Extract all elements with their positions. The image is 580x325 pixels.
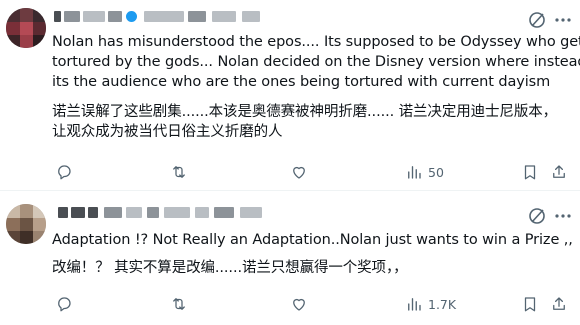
tweet-text-line: tortured by the gods... Nolan decided on… bbox=[52, 54, 580, 70]
bookmark-button[interactable] bbox=[521, 294, 539, 314]
tweet-text-line: Adaptation !? Not Really an Adaptation..… bbox=[52, 232, 573, 248]
views-count: 50 bbox=[428, 164, 444, 180]
repost-button[interactable] bbox=[170, 162, 188, 182]
heart-icon bbox=[293, 298, 305, 311]
share-button[interactable] bbox=[550, 162, 568, 182]
tweet-text-line: its the audience who are the ones being … bbox=[52, 74, 551, 90]
views-button[interactable]: 50 bbox=[405, 162, 444, 182]
grok-icon[interactable] bbox=[527, 10, 547, 30]
heart-icon bbox=[293, 166, 305, 179]
action-bar: 50 bbox=[52, 162, 572, 182]
author-header[interactable] bbox=[52, 8, 520, 26]
avatar[interactable] bbox=[6, 204, 46, 244]
like-button[interactable] bbox=[290, 162, 308, 182]
share-icon bbox=[553, 165, 565, 178]
share-button[interactable] bbox=[550, 294, 568, 314]
repost-icon bbox=[173, 298, 185, 310]
views-icon bbox=[408, 166, 421, 179]
share-icon bbox=[553, 297, 565, 310]
verified-badge-icon bbox=[126, 11, 137, 22]
translated-text-line: 诺兰误解了这些剧集......本该是奥德赛被神明折磨...... 诺兰决定用迪士… bbox=[52, 104, 558, 120]
handle[interactable] bbox=[164, 207, 190, 218]
grok-icon[interactable] bbox=[527, 206, 547, 226]
bookmark-icon bbox=[524, 297, 536, 312]
views-count: 1.7K bbox=[428, 296, 457, 312]
avatar[interactable] bbox=[6, 8, 46, 48]
display-name[interactable] bbox=[58, 207, 68, 218]
display-name[interactable] bbox=[54, 11, 61, 22]
reply-button[interactable] bbox=[55, 294, 73, 314]
like-button[interactable] bbox=[290, 294, 308, 314]
action-bar: 1.7K bbox=[52, 294, 572, 314]
more-icon[interactable] bbox=[553, 206, 573, 226]
handle[interactable] bbox=[144, 11, 184, 22]
reply-tweet[interactable]: Adaptation !? Not Really an Adaptation..… bbox=[0, 191, 580, 325]
translated-text-line: 让观众成为被当代日俗主义折磨的人 bbox=[52, 124, 283, 140]
translated-text-line: 改编！？ 其实不算是改编......诺兰只想赢得一个奖项，， bbox=[52, 260, 408, 276]
reply-tweet[interactable]: Nolan has misunderstood the epos.... Its… bbox=[0, 0, 580, 190]
reply-icon bbox=[58, 297, 71, 312]
bookmark-icon bbox=[524, 165, 536, 180]
tweet-text-line: Nolan has misunderstood the epos.... Its… bbox=[52, 34, 580, 50]
views-icon bbox=[408, 298, 421, 311]
reply-button[interactable] bbox=[55, 162, 73, 182]
repost-icon bbox=[173, 166, 185, 178]
author-header[interactable] bbox=[52, 204, 520, 222]
bookmark-button[interactable] bbox=[521, 162, 539, 182]
repost-button[interactable] bbox=[170, 294, 188, 314]
views-button[interactable]: 1.7K bbox=[405, 294, 456, 314]
reply-icon bbox=[58, 165, 71, 180]
more-icon[interactable] bbox=[553, 10, 573, 30]
